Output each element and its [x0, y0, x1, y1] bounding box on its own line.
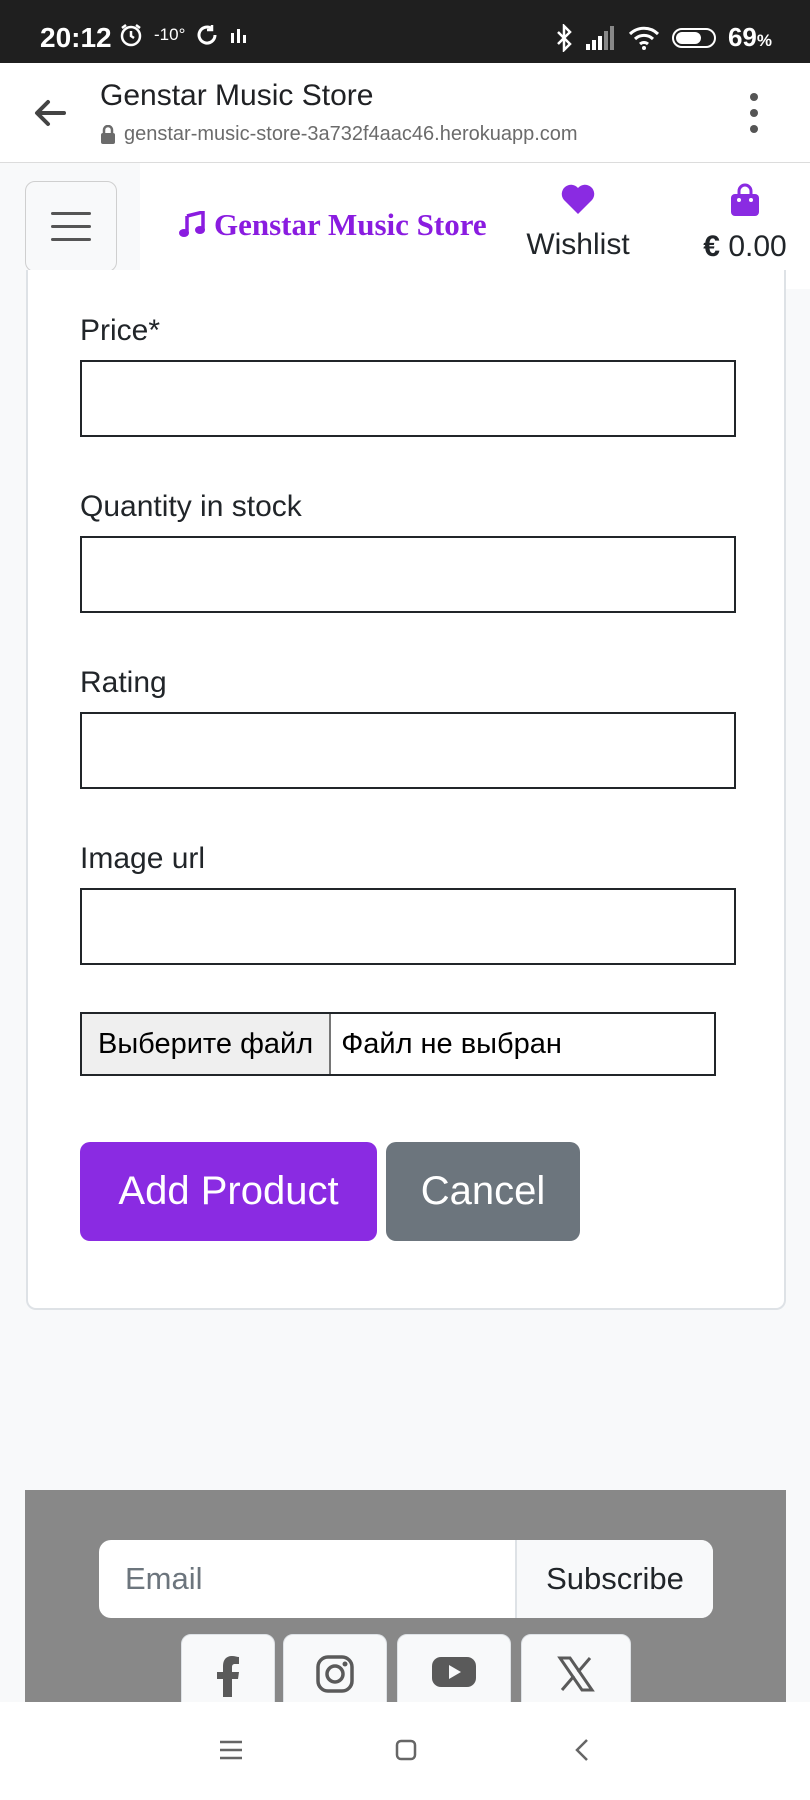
- instagram-icon: [316, 1655, 354, 1693]
- subscribe-button[interactable]: Subscribe: [515, 1540, 713, 1618]
- image-url-label: Image url: [80, 842, 206, 875]
- email-input[interactable]: Email: [99, 1540, 515, 1618]
- cart-link[interactable]: € 0.00: [690, 183, 800, 264]
- file-status: Файл не выбран: [341, 1027, 562, 1060]
- wishlist-link[interactable]: Wishlist: [518, 183, 638, 262]
- brand-name: Genstar Music Store: [214, 207, 487, 242]
- image-url-field: Image url: [80, 842, 736, 965]
- brand-logo[interactable]: Genstar Music Store: [178, 207, 487, 243]
- rating-field: Rating: [80, 666, 736, 789]
- newsletter-form: Email Subscribe: [99, 1540, 713, 1618]
- battery-level: 69%: [727, 22, 772, 52]
- system-nav-bar: [0, 1702, 810, 1800]
- add-product-form: Price* Quantity in stock Rating Image ur…: [26, 270, 786, 1310]
- youtube-icon: [432, 1657, 476, 1687]
- url-bar[interactable]: genstar-music-store-3a732f4aac46.herokua…: [100, 123, 578, 146]
- overflow-menu-icon[interactable]: [748, 93, 760, 133]
- hamburger-menu-button[interactable]: [25, 181, 117, 272]
- file-input: Выберите файл Файл не выбран: [80, 1012, 716, 1076]
- quantity-field: Quantity in stock: [80, 490, 736, 613]
- status-left-icons: -10°: [118, 22, 249, 48]
- chart-icon: [231, 29, 247, 43]
- signal-icon: [585, 25, 614, 50]
- wishlist-label: Wishlist: [526, 228, 630, 261]
- price-input[interactable]: [80, 360, 736, 437]
- status-time: 20:12: [40, 22, 112, 53]
- image-url-input[interactable]: [80, 888, 736, 965]
- battery-icon: [671, 27, 716, 48]
- rating-input[interactable]: [80, 712, 736, 789]
- alarm-icon: [120, 24, 142, 47]
- back-nav-icon[interactable]: [572, 1738, 592, 1762]
- lock-icon: [101, 124, 115, 144]
- browser-bar: Genstar Music Store genstar-music-store-…: [0, 63, 810, 163]
- music-note-icon: [179, 211, 205, 237]
- status-bar: 20:12 -10° 69%: [0, 0, 810, 63]
- price-field: Price*: [80, 314, 736, 437]
- x-icon: [557, 1656, 595, 1692]
- home-icon[interactable]: [394, 1738, 418, 1762]
- instagram-link[interactable]: [283, 1634, 387, 1702]
- facebook-icon: [217, 1656, 239, 1697]
- price-label: Price*: [80, 314, 161, 347]
- shopping-bag-icon: [731, 183, 759, 216]
- choose-file-button[interactable]: Выберите файл: [82, 1014, 332, 1074]
- x-link[interactable]: [521, 1634, 631, 1702]
- cart-total: € 0.00: [703, 230, 787, 263]
- add-product-button[interactable]: Add Product: [80, 1142, 377, 1241]
- status-temperature: -10°: [154, 25, 186, 44]
- bluetooth-icon: [557, 23, 572, 52]
- recent-apps-icon[interactable]: [218, 1738, 244, 1762]
- status-right-icons: 69%: [554, 22, 772, 53]
- rating-label: Rating: [80, 666, 167, 699]
- youtube-link[interactable]: [397, 1634, 511, 1702]
- url-text: genstar-music-store-3a732f4aac46.herokua…: [124, 123, 578, 145]
- footer: Email Subscribe: [25, 1490, 786, 1702]
- cancel-button[interactable]: Cancel: [386, 1142, 580, 1241]
- sync-icon: [197, 25, 217, 45]
- back-arrow-icon[interactable]: [30, 93, 70, 133]
- quantity-label: Quantity in stock: [80, 490, 302, 523]
- page-title: Genstar Music Store: [100, 79, 374, 112]
- heart-icon: [561, 184, 595, 214]
- quantity-input[interactable]: [80, 536, 736, 613]
- wifi-icon: [628, 26, 660, 50]
- facebook-link[interactable]: [181, 1634, 275, 1702]
